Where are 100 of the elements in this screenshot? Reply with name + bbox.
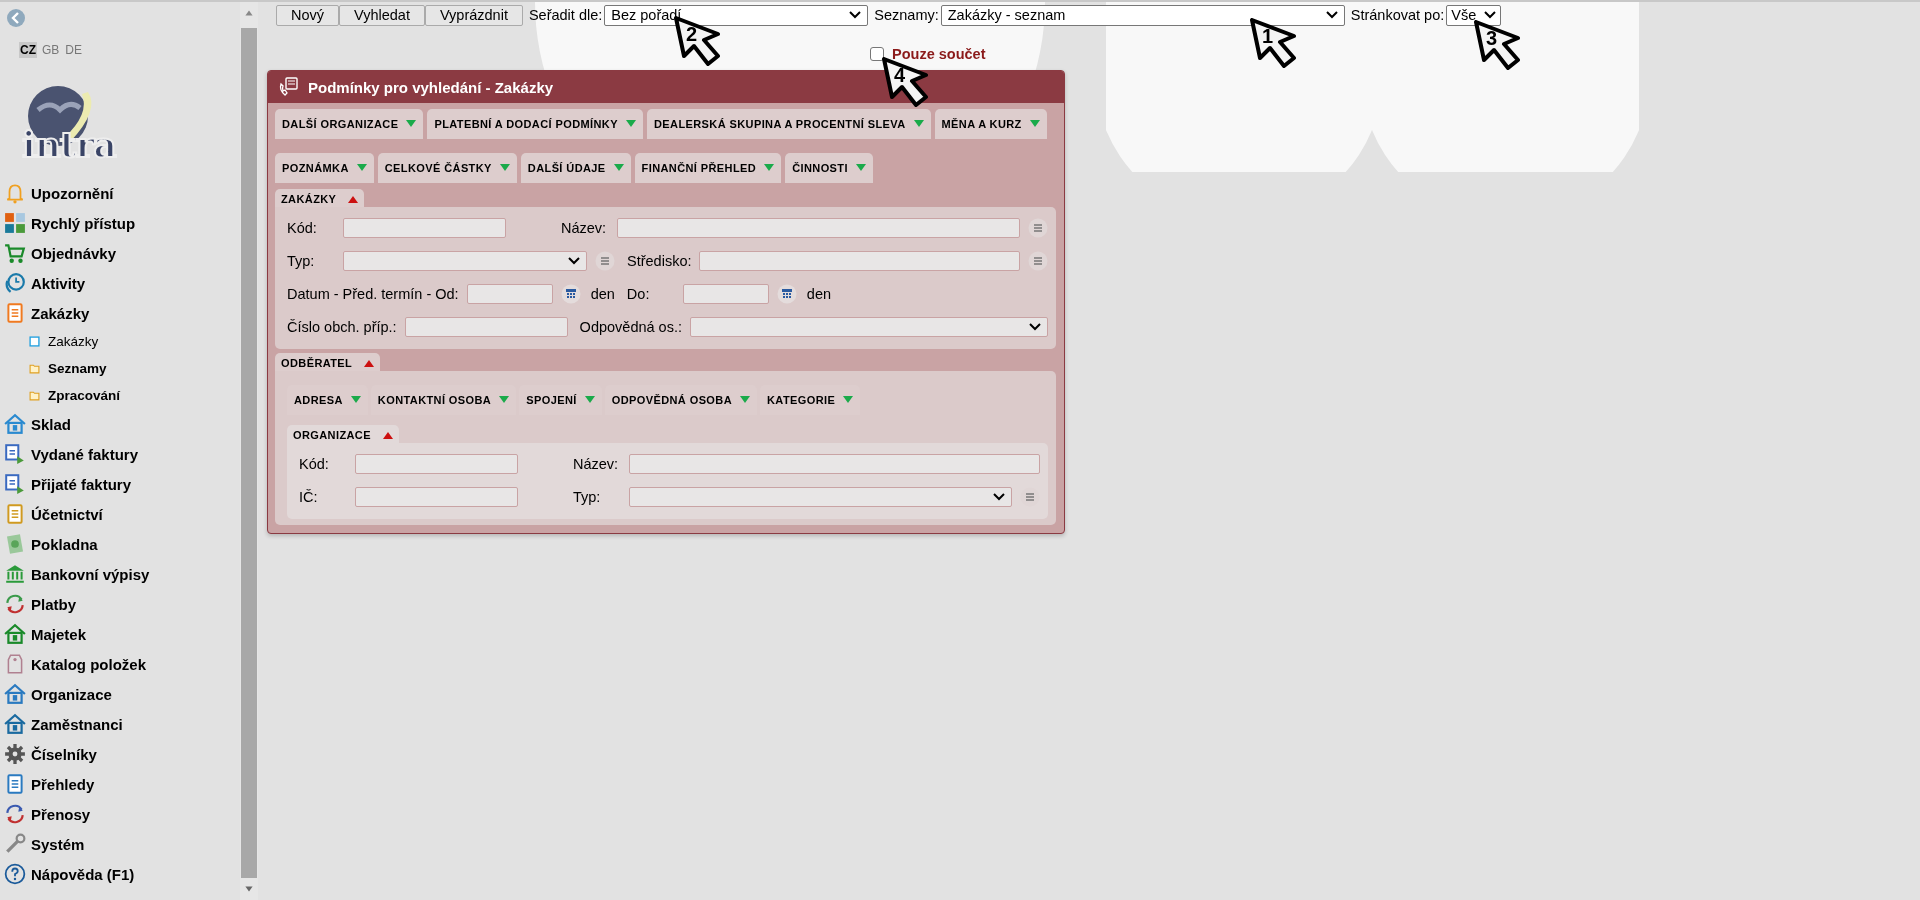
section-tab[interactable]: ORGANIZACE xyxy=(287,425,399,443)
filter-tab[interactable]: DALŠÍ ÚDAJE xyxy=(520,153,631,183)
toolbar-button[interactable]: Nový xyxy=(276,4,340,26)
filter-tab[interactable]: ČINNOSTI xyxy=(785,153,873,183)
input-field[interactable] xyxy=(682,283,769,304)
field-label: Typ: xyxy=(287,251,316,270)
filter-tab[interactable]: MĚNA A KURZ xyxy=(934,109,1047,139)
lists-select[interactable]: Zakázky - seznam xyxy=(940,4,1345,26)
chevron-down-icon xyxy=(568,256,580,265)
nav-item[interactable]: Organizace xyxy=(0,679,240,709)
input-field[interactable] xyxy=(343,217,506,238)
square-icon xyxy=(29,336,40,347)
settings-icon xyxy=(4,743,26,765)
field-label: Název: xyxy=(561,218,608,237)
nav-item[interactable]: Katalog položek xyxy=(0,649,240,679)
input-field[interactable] xyxy=(617,217,1020,238)
input-field[interactable] xyxy=(404,316,568,337)
callout-number: 2 xyxy=(686,24,698,44)
nav-item[interactable]: Účetnictví xyxy=(0,499,240,529)
section-tab[interactable]: ZAKÁZKY xyxy=(275,189,365,207)
nav-item[interactable]: Rychlý přístup xyxy=(0,208,240,238)
house-icon xyxy=(4,713,26,735)
section-tab[interactable]: ODBĚRATEL xyxy=(275,353,381,371)
field-label: Typ: xyxy=(573,487,602,506)
chevron-down-icon xyxy=(849,11,862,19)
chevron-down-icon xyxy=(993,492,1005,501)
field-label: Kód: xyxy=(299,454,330,473)
field-label: Odpovědná os.: xyxy=(579,317,682,336)
nav-item[interactable]: Sklad xyxy=(0,409,240,439)
house-icon xyxy=(4,683,26,705)
nav-item[interactable]: Přijaté faktury xyxy=(0,469,240,499)
list-icon[interactable] xyxy=(595,250,615,271)
nav-item[interactable]: Aktivity xyxy=(0,268,240,298)
help-icon xyxy=(4,863,26,885)
nav-item[interactable]: Majetek xyxy=(0,619,240,649)
nav-item[interactable]: Přehledy xyxy=(0,769,240,799)
field-label: Kód: xyxy=(287,218,318,237)
nav-subitem[interactable]: Zpracování xyxy=(0,382,240,409)
toolbar-button[interactable]: Vyprázdnit xyxy=(424,4,523,26)
filter-tab[interactable]: FINANČNÍ PŘEHLED xyxy=(634,153,782,183)
field-label: Číslo obch. příp.: xyxy=(287,317,397,336)
panel-title: Podmínky pro vyhledání - Zakázky xyxy=(308,78,554,96)
input-field[interactable] xyxy=(466,283,553,304)
nav-item[interactable]: Bankovní výpisy xyxy=(0,559,240,589)
field-label: Do: xyxy=(626,284,651,303)
scrollbar[interactable] xyxy=(240,2,258,900)
nav-item[interactable]: Zaměstnanci xyxy=(0,709,240,739)
folder-icon xyxy=(29,390,40,401)
select-field[interactable] xyxy=(629,486,1012,507)
list-icon[interactable] xyxy=(1028,250,1048,271)
ledger-icon xyxy=(4,503,26,525)
bank-icon xyxy=(4,563,26,585)
collapse-icon[interactable] xyxy=(6,8,26,28)
nav-item[interactable]: Objednávky xyxy=(0,238,240,268)
nav-item[interactable]: Číselníky xyxy=(0,739,240,769)
nav-item[interactable]: Systém xyxy=(0,829,240,859)
callout-number: 1 xyxy=(1262,26,1274,46)
cycle-icon xyxy=(4,593,26,615)
language-link[interactable]: GB xyxy=(41,42,61,58)
nav-item[interactable]: Upozornění xyxy=(0,178,240,208)
nav-item[interactable]: Nápověda (F1) xyxy=(0,859,240,889)
calendar-icon[interactable] xyxy=(776,283,797,304)
house-icon xyxy=(4,623,26,645)
input-field[interactable] xyxy=(355,453,518,474)
clock-icon xyxy=(4,272,26,294)
nav-item[interactable]: Vydané faktury xyxy=(0,439,240,469)
nav-item[interactable]: Pokladna xyxy=(0,529,240,559)
filter-tab[interactable]: PLATEBNÍ A DODACÍ PODMÍNKY xyxy=(427,109,643,139)
paging-label: Stránkovat po: xyxy=(1350,7,1445,23)
filter-tab[interactable]: DALŠÍ ORGANIZACE xyxy=(275,109,424,139)
tiles-icon xyxy=(4,212,26,234)
language-link[interactable]: CZ xyxy=(19,42,37,58)
input-field[interactable] xyxy=(629,453,1040,474)
field-label: IČ: xyxy=(299,487,319,506)
nav-item[interactable]: Zakázky xyxy=(0,298,240,328)
chevron-down-icon xyxy=(1484,11,1497,19)
select-field[interactable] xyxy=(343,250,587,271)
filter-tab[interactable]: CELKOVÉ ČÁSTKY xyxy=(377,153,517,183)
sort-label: Seřadit dle: xyxy=(528,7,603,23)
input-field[interactable] xyxy=(355,486,518,507)
input-field[interactable] xyxy=(699,250,1020,271)
nav-item[interactable]: Přenosy xyxy=(0,799,240,829)
filter-tab[interactable]: POZNÁMKA xyxy=(275,153,374,183)
chevron-down-icon xyxy=(1325,11,1338,19)
total-only-label[interactable]: Pouze součet xyxy=(892,46,986,62)
nav-item[interactable]: Platby xyxy=(0,589,240,619)
field-label: Název: xyxy=(573,454,620,473)
list-icon[interactable] xyxy=(1028,217,1048,238)
nav-subitem[interactable]: Seznamy xyxy=(0,355,240,382)
toolbar-button[interactable]: Vyhledat xyxy=(339,4,425,26)
filter-tab[interactable]: DEALERSKÁ SKUPINA A PROCENTNÍ SLEVA xyxy=(646,109,931,139)
cart-icon xyxy=(4,242,26,264)
bell-icon xyxy=(4,182,26,204)
select-field[interactable] xyxy=(690,316,1048,337)
checkbox[interactable] xyxy=(870,47,884,61)
chevron-down-icon xyxy=(1029,322,1041,331)
callout-number: 4 xyxy=(894,65,906,85)
nav-subitem[interactable]: Zakázky xyxy=(0,328,240,355)
arrows-icon xyxy=(4,803,26,825)
calendar-icon[interactable] xyxy=(560,283,581,304)
